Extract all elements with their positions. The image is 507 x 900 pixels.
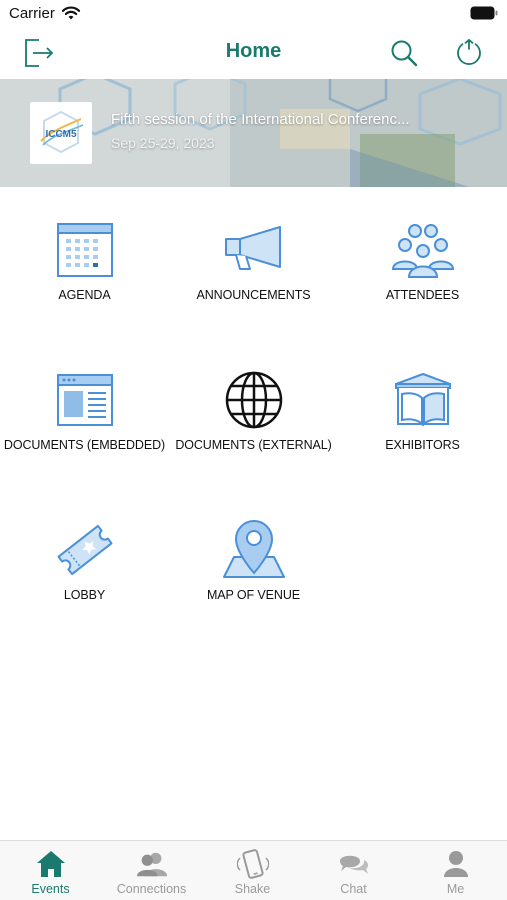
carrier-label: Carrier (9, 5, 55, 22)
chat-bubbles-icon (339, 855, 368, 874)
open-book-icon (394, 373, 451, 427)
tab-label: Chat (340, 882, 367, 896)
tile-label: DOCUMENTS (EMBEDDED) (3, 438, 166, 452)
event-banner[interactable]: ICCM5 Fifth session of the International… (0, 79, 507, 187)
event-logo: ICCM5 (30, 102, 92, 164)
tab-connections[interactable]: Connections (101, 841, 202, 900)
tile-lobby[interactable]: LOBBY (0, 518, 169, 628)
svg-text:ICCM5: ICCM5 (45, 129, 77, 140)
event-title: Fifth session of the International Confe… (111, 111, 410, 128)
house-icon (36, 851, 65, 877)
tab-label: Events (31, 882, 70, 896)
people-group-icon (391, 224, 454, 278)
refresh-button[interactable] (452, 36, 486, 70)
refresh-icon (457, 39, 481, 65)
tab-shake[interactable]: Shake (202, 841, 303, 900)
tile-map-of-venue[interactable]: MAP OF VENUE (169, 518, 338, 628)
tile-label: MAP OF VENUE (206, 588, 301, 602)
tab-bar: Events Connections Shake Chat Me (0, 840, 507, 900)
tile-label: ATTENDEES (385, 288, 460, 302)
status-bar: Carrier (0, 0, 507, 28)
search-icon (391, 40, 418, 67)
calendar-icon (56, 223, 113, 277)
person-icon (443, 851, 468, 877)
page-title: Home (225, 40, 282, 62)
tile-label: ANNOUNCEMENTS (196, 288, 311, 302)
tile-agenda[interactable]: AGENDA (0, 218, 169, 328)
event-date: Sep 25-29, 2023 (111, 135, 215, 151)
tile-label: DOCUMENTS (EXTERNAL) (175, 438, 332, 452)
tile-exhibitors[interactable]: EXHIBITORS (338, 368, 507, 478)
megaphone-icon (224, 226, 281, 270)
ticket-icon (57, 524, 112, 576)
connections-icon (136, 852, 167, 877)
tab-label: Shake (234, 882, 271, 896)
tab-events[interactable]: Events (0, 841, 101, 900)
document-window-icon (56, 374, 113, 426)
tab-me[interactable]: Me (405, 841, 506, 900)
map-pin-icon (222, 520, 285, 578)
tab-label: Me (446, 882, 465, 896)
globe-icon (225, 371, 282, 429)
wifi-icon (61, 6, 81, 20)
tile-label: EXHIBITORS (385, 438, 460, 452)
tile-announcements[interactable]: ANNOUNCEMENTS (169, 218, 338, 328)
tile-documents-external[interactable]: DOCUMENTS (EXTERNAL) (169, 368, 338, 478)
tile-attendees[interactable]: ATTENDEES (338, 218, 507, 328)
search-button[interactable] (387, 36, 421, 70)
shake-phone-icon (236, 849, 269, 879)
tab-chat[interactable]: Chat (303, 841, 404, 900)
battery-icon (470, 6, 498, 20)
tab-label: Connections (116, 882, 187, 896)
iccm5-logo: ICCM5 (40, 110, 84, 154)
navigation-bar: Home (0, 28, 507, 78)
tile-documents-embedded[interactable]: DOCUMENTS (EMBEDDED) (0, 368, 169, 478)
tile-label: AGENDA (58, 288, 111, 302)
tile-label: LOBBY (63, 588, 106, 602)
